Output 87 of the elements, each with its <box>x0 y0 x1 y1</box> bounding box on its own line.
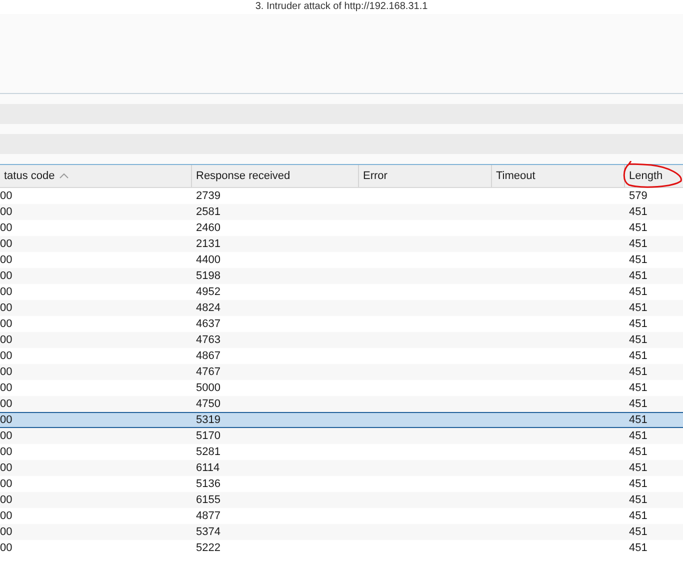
table-cell: 4952 <box>196 286 220 298</box>
table-row[interactable]: 00 2581 451 <box>0 204 683 220</box>
table-cell: 579 <box>629 190 648 202</box>
table-row[interactable]: 00 5319 451 <box>0 412 683 428</box>
table-cell: 00 <box>0 542 12 554</box>
table-cell: 00 <box>0 254 12 266</box>
table-row[interactable]: 00 5374 451 <box>0 524 683 540</box>
table-cell: 5319 <box>196 414 220 426</box>
table-cell: 451 <box>629 526 648 538</box>
table-cell: 00 <box>0 222 12 234</box>
table-cell: 451 <box>629 254 648 266</box>
table-cell: 451 <box>629 350 648 362</box>
table-cell: 00 <box>0 206 12 218</box>
table-cell: 451 <box>629 414 648 426</box>
table-row[interactable]: 00 4750 451 <box>0 396 683 412</box>
table-cell: 451 <box>629 478 648 490</box>
table-cell: 451 <box>629 270 648 282</box>
table-cell: 00 <box>0 446 12 458</box>
table-cell: 5136 <box>196 478 220 490</box>
table-cell: 451 <box>629 510 648 522</box>
table-cell: 00 <box>0 350 12 362</box>
table-cell: 5374 <box>196 526 220 538</box>
table-row[interactable]: 00 4763 451 <box>0 332 683 348</box>
table-cell: 00 <box>0 382 12 394</box>
table-cell: 5198 <box>196 270 220 282</box>
table-cell: 4877 <box>196 510 220 522</box>
table-cell: 4824 <box>196 302 220 314</box>
table-cell: 451 <box>629 318 648 330</box>
table-cell: 00 <box>0 366 12 378</box>
table-cell: 451 <box>629 206 648 218</box>
table-cell: 6114 <box>196 462 220 474</box>
table-cell: 2581 <box>196 206 220 218</box>
table-cell: 00 <box>0 494 12 506</box>
table-cell: 00 <box>0 430 12 442</box>
column-header[interactable]: Length <box>625 165 683 187</box>
table-cell: 00 <box>0 398 12 410</box>
table-cell: 00 <box>0 238 12 250</box>
table-cell: 00 <box>0 510 12 522</box>
table-cell: 451 <box>629 446 648 458</box>
table-cell: 00 <box>0 462 12 474</box>
table-row[interactable]: 00 2131 451 <box>0 236 683 252</box>
table-cell: 451 <box>629 366 648 378</box>
table-cell: 451 <box>629 286 648 298</box>
window-title: 3. Intruder attack of http://192.168.31.1 <box>255 1 428 13</box>
column-header[interactable]: Response received <box>192 165 359 187</box>
table-cell: 00 <box>0 318 12 330</box>
table-row[interactable]: 00 6114 451 <box>0 460 683 476</box>
column-header[interactable]: Timeout <box>492 165 625 187</box>
table-cell: 00 <box>0 302 12 314</box>
table-cell: 4867 <box>196 350 220 362</box>
table-cell: 451 <box>629 382 648 394</box>
table-cell: 4400 <box>196 254 220 266</box>
table-cell: 4763 <box>196 334 220 346</box>
table-cell: 451 <box>629 302 648 314</box>
table-cell: 451 <box>629 494 648 506</box>
table-cell: 2460 <box>196 222 220 234</box>
table-cell: 2131 <box>196 238 220 250</box>
table-cell: 4637 <box>196 318 220 330</box>
column-header[interactable]: Error <box>359 165 492 187</box>
table-cell: 00 <box>0 270 12 282</box>
table-cell: 451 <box>629 542 648 554</box>
table-cell: 00 <box>0 190 12 202</box>
table-cell: 5170 <box>196 430 220 442</box>
table-cell: 6155 <box>196 494 220 506</box>
table-cell: 00 <box>0 334 12 346</box>
table-cell: 00 <box>0 526 12 538</box>
table-cell: 00 <box>0 286 12 298</box>
table-cell: 5281 <box>196 446 220 458</box>
table-row[interactable]: 00 5170 451 <box>0 428 683 444</box>
table-row[interactable]: 00 6155 451 <box>0 492 683 508</box>
table-row[interactable]: 00 4767 451 <box>0 364 683 380</box>
table-cell: 4750 <box>196 398 220 410</box>
table-cell: 451 <box>629 462 648 474</box>
table-cell: 451 <box>629 238 648 250</box>
table-cell: 451 <box>629 430 648 442</box>
table-cell: 00 <box>0 478 12 490</box>
table-cell: 00 <box>0 414 12 426</box>
table-row[interactable]: 00 5198 451 <box>0 268 683 284</box>
table-cell: 5000 <box>196 382 220 394</box>
column-header[interactable]: tatus code <box>0 165 192 187</box>
table-cell: 451 <box>629 222 648 234</box>
table-cell: 451 <box>629 398 648 410</box>
table-row[interactable]: 00 4824 451 <box>0 300 683 316</box>
table-cell: 4767 <box>196 366 220 378</box>
table-cell: 451 <box>629 334 648 346</box>
table-cell: 2739 <box>196 190 220 202</box>
table-cell: 5222 <box>196 542 220 554</box>
